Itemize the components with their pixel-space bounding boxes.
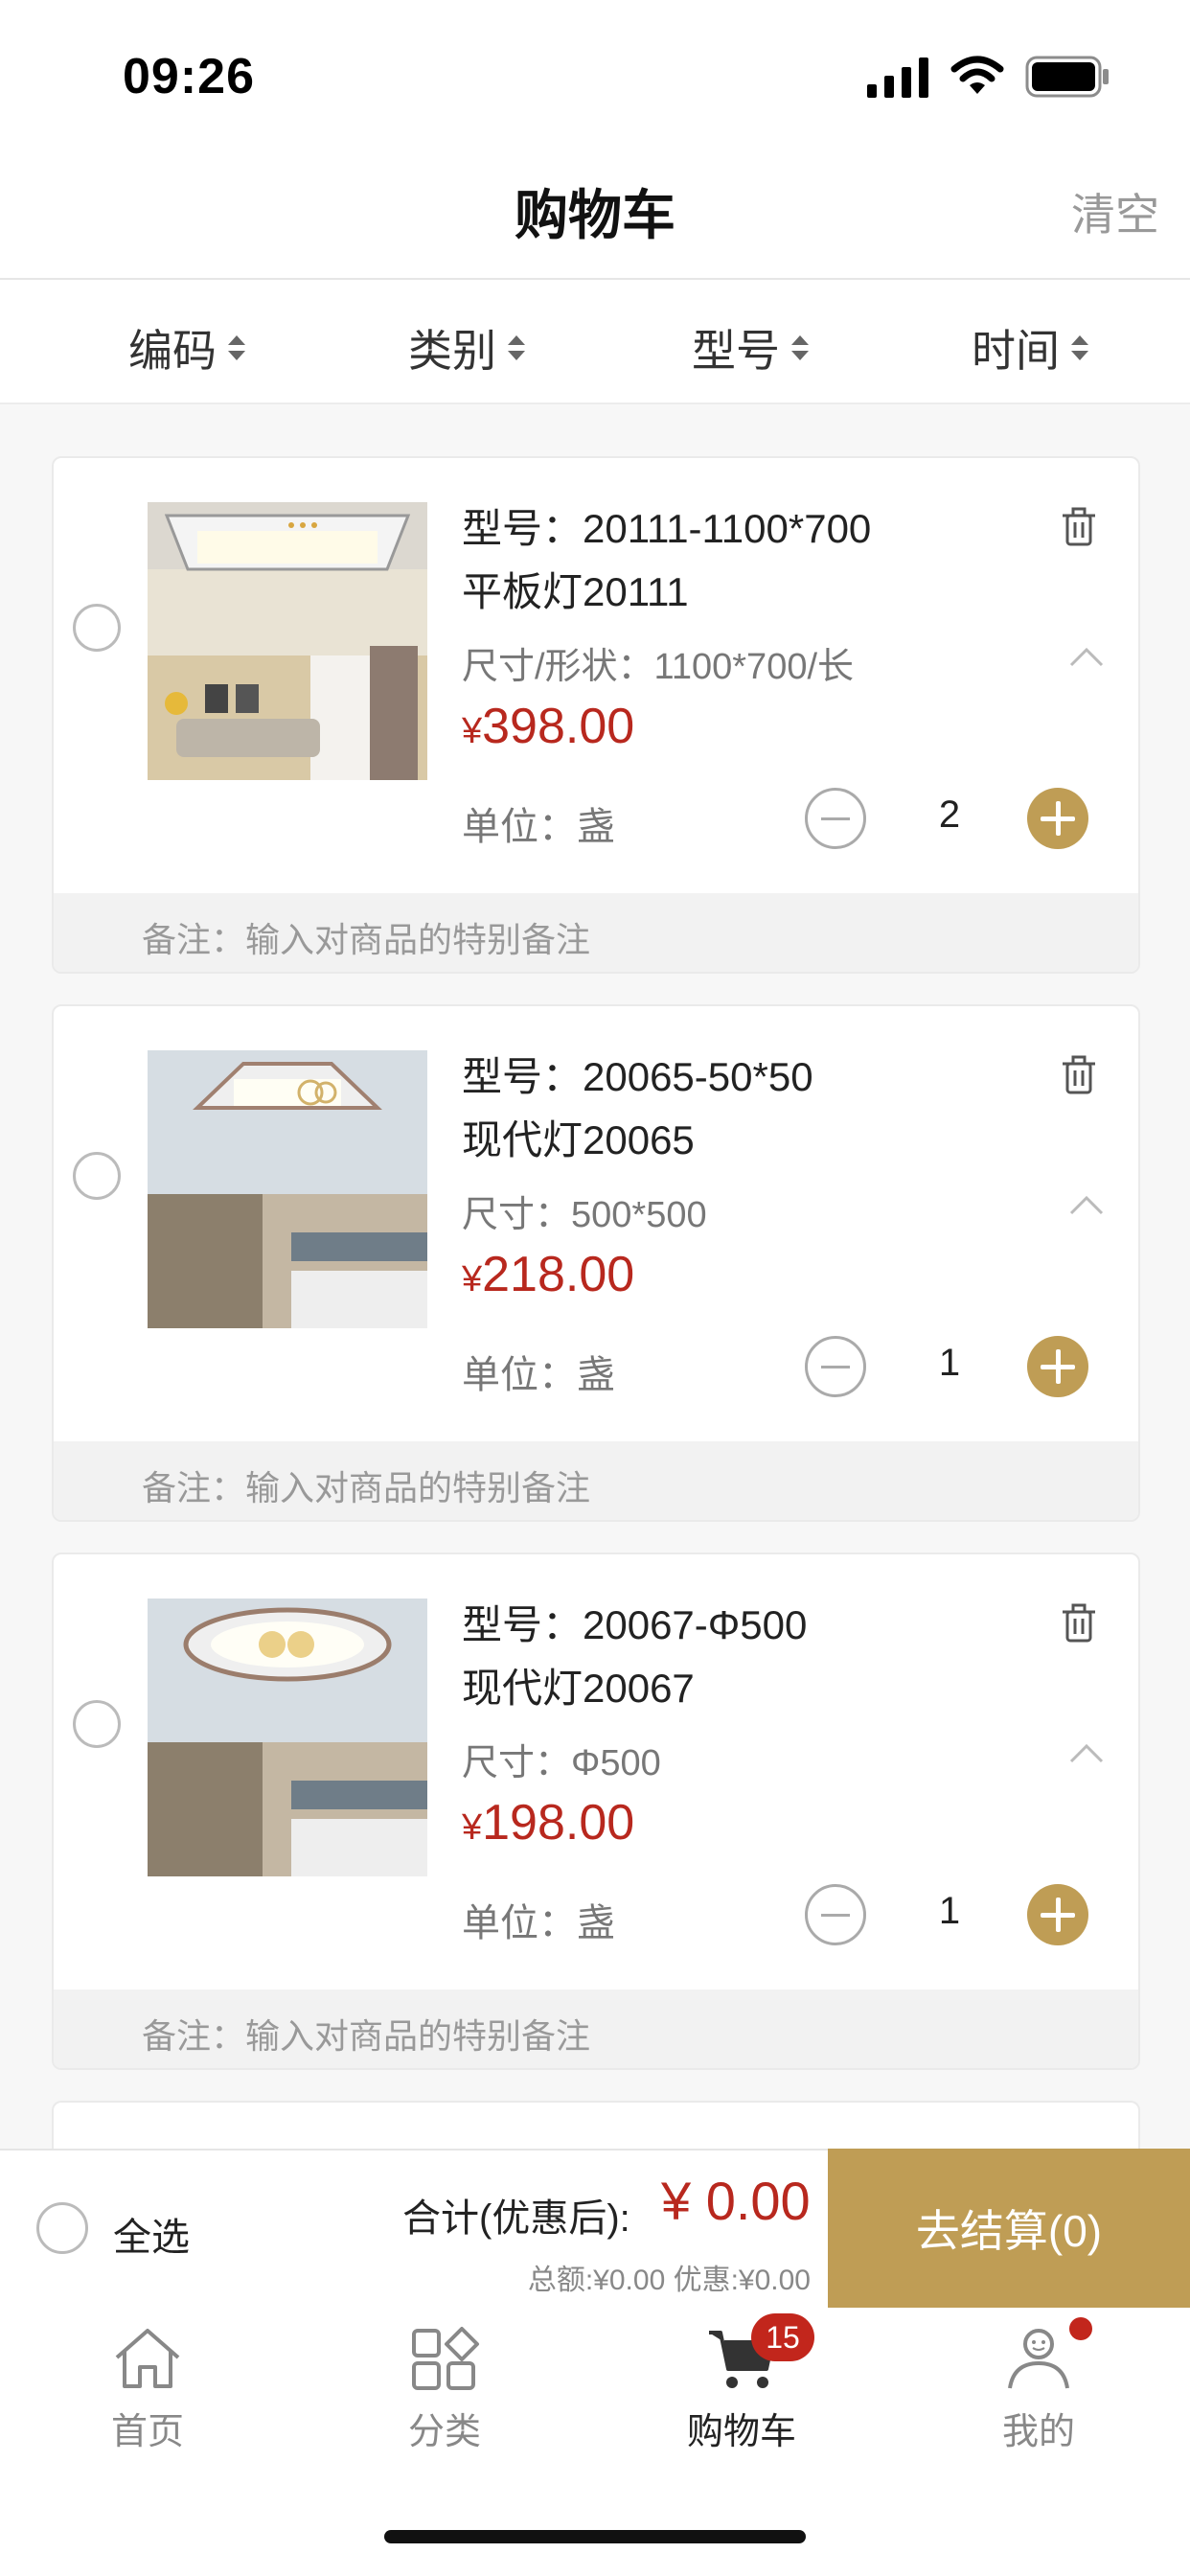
tab-home-label: 首页 — [110, 2412, 184, 2452]
tab-home[interactable]: 首页 — [61, 2325, 234, 2454]
price-value: 218.00 — [482, 1247, 635, 1302]
total-summary: 总额:¥0.00 优惠:¥0.00 — [527, 2265, 811, 2296]
cart-item: 型号：20067-Φ500 现代灯20067 尺寸：Φ500 ¥198.00 单… — [52, 1552, 1140, 2070]
item-quantity: 1 — [938, 1342, 961, 1384]
home-indicator — [384, 2530, 806, 2543]
item-note-input[interactable]: 备注：输入对商品的特别备注 — [54, 893, 1138, 972]
chevron-up-icon[interactable] — [1067, 646, 1106, 669]
tab-profile-label: 我的 — [1001, 2412, 1075, 2452]
tab-category[interactable]: 分类 — [358, 2325, 531, 2454]
price-value: 398.00 — [482, 699, 635, 754]
item-model: 型号：20065-50*50 — [462, 1054, 813, 1099]
tab-cart-label: 购物车 — [686, 2412, 796, 2452]
item-size: 尺寸：Φ500 — [462, 1743, 661, 1783]
item-unit: 单位：盏 — [462, 806, 615, 848]
home-icon — [115, 2329, 180, 2388]
sort-arrows-icon — [1071, 335, 1088, 360]
total-value: ¥ 0.00 — [661, 2171, 811, 2231]
item-model: 型号：20111-1100*700 — [462, 506, 872, 551]
select-all-label[interactable]: 全选 — [113, 2206, 190, 2262]
checkout-button[interactable]: 去结算(0) — [828, 2149, 1190, 2308]
decrease-button[interactable] — [805, 1884, 866, 1945]
price-value: 198.00 — [482, 1795, 635, 1851]
item-name: 现代灯20065 — [462, 1117, 695, 1162]
item-price: ¥218.00 — [462, 1246, 634, 1303]
item-name: 平板灯20111 — [462, 569, 689, 614]
sort-time[interactable]: 时间 — [972, 316, 1088, 380]
product-image — [148, 1050, 427, 1328]
select-all-radio[interactable] — [36, 2202, 88, 2254]
item-name: 现代灯20067 — [462, 1666, 695, 1711]
cart-item: 型号：20065-50*50 现代灯20065 尺寸：500*500 ¥218.… — [52, 1004, 1140, 1522]
wifi-icon — [950, 56, 1004, 94]
tab-profile[interactable]: 我的 — [952, 2325, 1125, 2454]
trash-icon[interactable] — [1060, 1054, 1098, 1096]
category-icon — [412, 2327, 479, 2390]
increase-button[interactable] — [1027, 1336, 1088, 1397]
increase-button[interactable] — [1027, 1884, 1088, 1945]
page-title: 购物车 — [515, 185, 675, 245]
item-note-input[interactable]: 备注：输入对商品的特别备注 — [54, 1990, 1138, 2068]
sort-model-label: 型号 — [692, 326, 780, 376]
decrease-button[interactable] — [805, 788, 866, 849]
clear-button[interactable]: 清空 — [1071, 180, 1159, 243]
item-size: 尺寸：500*500 — [462, 1195, 707, 1235]
product-image — [148, 502, 427, 780]
item-select-radio[interactable] — [73, 1700, 121, 1748]
item-price: ¥398.00 — [462, 698, 634, 755]
item-unit: 单位：盏 — [462, 1902, 615, 1944]
profile-icon — [1008, 2329, 1069, 2389]
sort-arrows-icon — [228, 335, 245, 360]
chevron-up-icon[interactable] — [1067, 1194, 1106, 1217]
item-model: 型号：20067-Φ500 — [462, 1602, 808, 1647]
product-image — [148, 1598, 427, 1876]
sort-category-label: 类别 — [408, 326, 496, 376]
item-price: ¥198.00 — [462, 1794, 634, 1852]
price-currency: ¥ — [462, 1259, 483, 1300]
sort-model[interactable]: 型号 — [692, 316, 809, 380]
item-quantity: 2 — [938, 794, 961, 836]
item-unit: 单位：盏 — [462, 1354, 615, 1396]
battery-icon — [1025, 56, 1109, 98]
status-time: 09:26 — [123, 49, 255, 104]
price-currency: ¥ — [462, 1807, 483, 1848]
item-select-radio[interactable] — [73, 604, 121, 652]
signal-icon — [867, 58, 928, 98]
sort-time-label: 时间 — [972, 326, 1060, 376]
trash-icon[interactable] — [1060, 506, 1098, 548]
sort-code[interactable]: 编码 — [128, 316, 245, 380]
sort-arrows-icon — [508, 335, 525, 360]
tab-category-label: 分类 — [407, 2412, 481, 2452]
price-currency: ¥ — [462, 711, 483, 751]
notification-dot — [1069, 2317, 1092, 2340]
decrease-button[interactable] — [805, 1336, 866, 1397]
item-select-radio[interactable] — [73, 1152, 121, 1200]
item-size: 尺寸/形状：1100*700/长 — [462, 647, 855, 687]
total-label: 合计(优惠后): — [402, 2197, 630, 2240]
chevron-up-icon[interactable] — [1067, 1742, 1106, 1765]
cart-item: 型号：20111-1100*700 平板灯20111 尺寸/形状：1100*70… — [52, 456, 1140, 974]
item-note-input[interactable]: 备注：输入对商品的特别备注 — [54, 1441, 1138, 1520]
sort-code-label: 编码 — [128, 326, 217, 376]
sort-arrows-icon — [791, 335, 809, 360]
increase-button[interactable] — [1027, 788, 1088, 849]
item-quantity: 1 — [938, 1890, 961, 1932]
cart-badge: 15 — [751, 2313, 814, 2361]
sort-category[interactable]: 类别 — [408, 316, 525, 380]
trash-icon[interactable] — [1060, 1602, 1098, 1644]
